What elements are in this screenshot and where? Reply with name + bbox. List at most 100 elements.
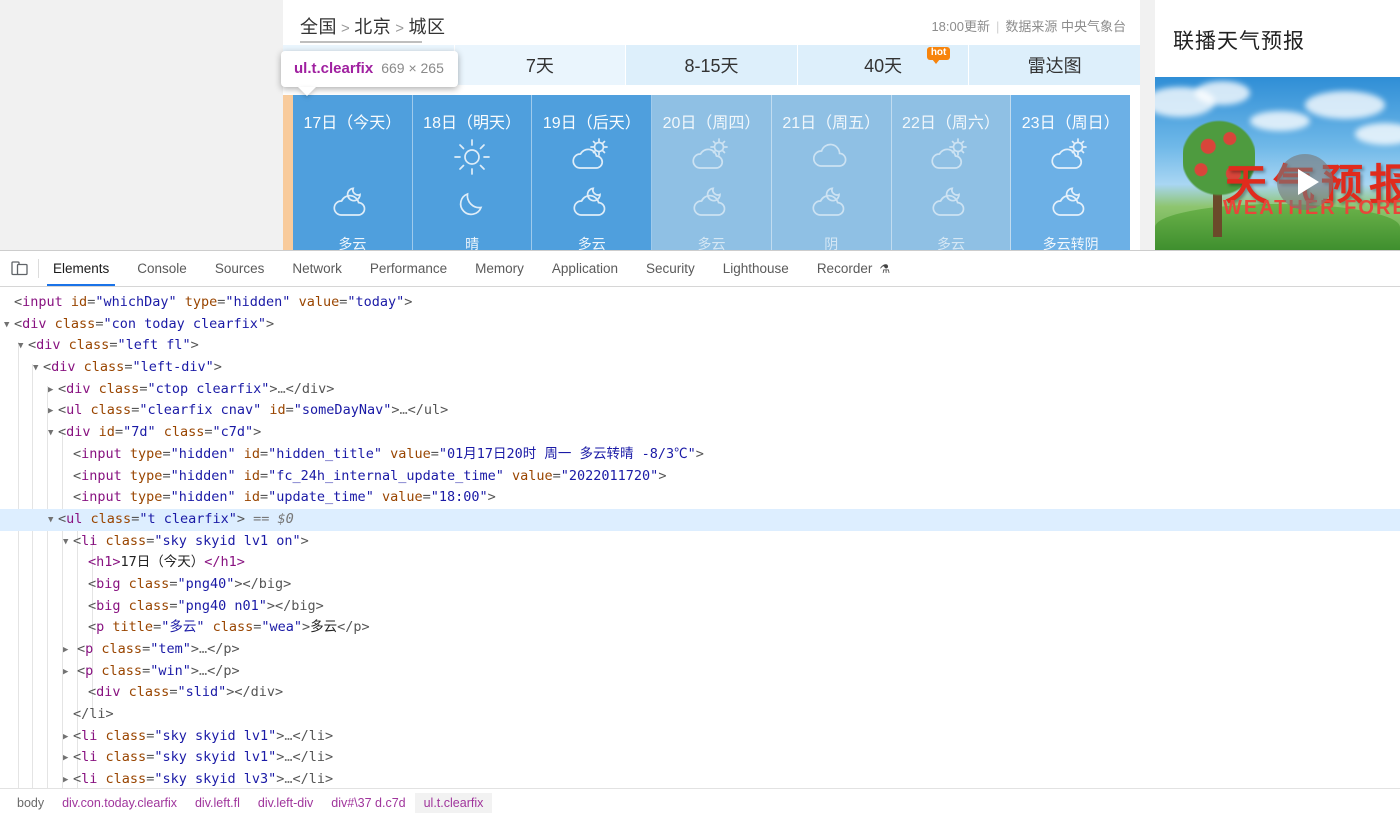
- tab-40day-label: 40天: [864, 56, 903, 76]
- close-tag: </big>: [275, 597, 324, 614]
- tab-7day[interactable]: 7天: [454, 45, 627, 85]
- dom-tree-view[interactable]: ▶<input id="whichDay" type="hidden" valu…: [0, 288, 1400, 788]
- breadcrumb-node-body[interactable]: body: [8, 793, 53, 813]
- breadcrumb-level-3[interactable]: 城区: [409, 17, 446, 37]
- expand-arrow-icon[interactable]: ▼: [48, 510, 58, 532]
- dom-row[interactable]: ▼ <div id="7d" class="c7d">: [0, 422, 1400, 444]
- tab-radar[interactable]: 雷达图: [969, 45, 1140, 85]
- tab-security[interactable]: Security: [632, 251, 709, 286]
- collapse-arrow-icon[interactable]: ▶: [63, 748, 73, 770]
- attr: id: [98, 424, 115, 441]
- update-time: 18:00更新: [931, 19, 990, 34]
- dom-row[interactable]: ▼ <div class="con today clearfix">: [0, 314, 1400, 336]
- dom-row[interactable]: ▶<p title="多云" class="wea">多云</p>: [0, 617, 1400, 639]
- dom-row[interactable]: ▶<input type="hidden" id="fc_24h_interna…: [0, 466, 1400, 488]
- punct: >: [487, 489, 496, 506]
- breadcrumb-node-div-left-fl[interactable]: div.left.fl: [186, 793, 249, 813]
- ellipsis: …: [284, 727, 293, 744]
- punct: <: [14, 294, 23, 310]
- dom-row[interactable]: ▶ <div class="ctop clearfix">…</div>: [0, 379, 1400, 401]
- experimental-flask-icon: ⚗: [879, 261, 891, 276]
- dom-row[interactable]: ▶<input type="hidden" id="update_time" v…: [0, 487, 1400, 509]
- forecast-day-item[interactable]: 19日（后天） 多云: [532, 95, 653, 250]
- play-button-icon[interactable]: [1277, 154, 1333, 210]
- dom-row[interactable]: ▶<big class="png40 n01"></big>: [0, 596, 1400, 618]
- dom-row[interactable]: ▼ <div class="left-div">: [0, 357, 1400, 379]
- expand-arrow-icon[interactable]: ▼: [18, 336, 28, 358]
- val: "fc_24h_internal_update_time": [268, 467, 504, 484]
- tab-lighthouse[interactable]: Lighthouse: [709, 251, 803, 286]
- close-tag: </p>: [207, 662, 240, 679]
- tab-console[interactable]: Console: [123, 251, 201, 286]
- forecast-day-item[interactable]: 21日（周五） 阴: [771, 95, 892, 250]
- attr: class: [128, 597, 170, 614]
- dom-row[interactable]: ▶ <ul class="clearfix cnav" id="someDayNa…: [0, 400, 1400, 422]
- dom-row[interactable]: ▼ <li class="sky skyid lv1 on">: [0, 531, 1400, 553]
- breadcrumb-node-ul-t-clearfix[interactable]: ul.t.clearfix: [414, 792, 493, 813]
- val: "c7d": [212, 424, 254, 441]
- forecast-day-title: 20日（周四）: [662, 115, 761, 132]
- expand-arrow-icon[interactable]: ▼: [48, 423, 58, 445]
- forecast-day-item[interactable]: 20日（周四） 多云: [652, 95, 772, 250]
- breadcrumb-separator-2: >: [395, 20, 405, 37]
- dom-row[interactable]: ▶<big class="png40"></big>: [0, 574, 1400, 596]
- tag: div: [66, 380, 91, 397]
- tab-elements[interactable]: Elements: [39, 251, 123, 286]
- dom-row-selected[interactable]: ▼ <ul class="t clearfix"> == $0: [0, 508, 1400, 532]
- forecast-day-item[interactable]: 18日（明天） 晴: [412, 95, 533, 250]
- forecast-day-item[interactable]: 22日（周六） 多云: [891, 95, 1012, 250]
- breadcrumb-node-div-con-today[interactable]: div.con.today.clearfix: [53, 793, 186, 813]
- breadcrumb-level-1[interactable]: 全国: [300, 17, 337, 37]
- attr: value: [381, 489, 423, 506]
- expand-arrow-icon[interactable]: ▼: [4, 315, 14, 337]
- breadcrumb-node-div-7d[interactable]: div#\37 d.c7d: [322, 793, 414, 813]
- collapse-arrow-icon[interactable]: ▶: [63, 727, 73, 749]
- moon-icon: [454, 185, 490, 226]
- punct: >: [234, 575, 243, 592]
- cloud-moon-icon: [570, 185, 614, 224]
- dom-row[interactable]: ▶<div class="slid"></div>: [0, 682, 1400, 704]
- attr: class: [212, 619, 254, 636]
- collapse-arrow-icon[interactable]: ▶: [63, 770, 73, 788]
- val: "sky skyid lv1": [154, 727, 277, 744]
- collapse-arrow-icon[interactable]: ▶: [63, 640, 73, 662]
- tab-network[interactable]: Network: [278, 251, 356, 286]
- tab-sources[interactable]: Sources: [201, 251, 279, 286]
- tab-application-label: Application: [551, 261, 618, 276]
- forecast-day-title: 17日（今天）: [303, 115, 402, 132]
- tab-8to15day[interactable]: 8-15天: [626, 45, 798, 85]
- forecast-day-item[interactable]: 17日（今天） 多云: [293, 95, 413, 250]
- dom-row[interactable]: ▶ <p class="tem">…</p>: [0, 639, 1400, 661]
- dom-row[interactable]: ▶<input id="whichDay" type="hidden" valu…: [0, 292, 1400, 314]
- breadcrumb-level-2[interactable]: 北京: [354, 17, 391, 37]
- tab-recorder[interactable]: Recorder ⚗: [803, 251, 904, 286]
- dom-row[interactable]: ▶ <li class="sky skyid lv1">…</li>: [0, 726, 1400, 748]
- val: "whichDay": [95, 294, 177, 310]
- device-toolbar-toggle-icon[interactable]: [0, 251, 38, 286]
- collapse-arrow-icon[interactable]: ▶: [63, 662, 73, 684]
- punct: >: [695, 445, 704, 462]
- breadcrumb-node-div-left-div[interactable]: div.left-div: [249, 793, 322, 813]
- dom-row[interactable]: ▼ <div class="left fl">: [0, 335, 1400, 357]
- video-section-title: 联播天气预报: [1173, 30, 1305, 53]
- expand-arrow-icon[interactable]: ▼: [63, 532, 73, 554]
- weather-forecast-video[interactable]: 天气预报 WEATHER FORECAST: [1155, 77, 1400, 250]
- dom-row[interactable]: ▶</li>: [0, 704, 1400, 726]
- dom-row[interactable]: ▶<input type="hidden" id="hidden_title" …: [0, 444, 1400, 466]
- collapse-arrow-icon[interactable]: ▶: [48, 401, 58, 423]
- attr: id: [243, 445, 261, 462]
- dom-row[interactable]: ▶ <p class="win">…</p>: [0, 661, 1400, 683]
- dom-row[interactable]: ▶ <li class="sky skyid lv1">…</li>: [0, 747, 1400, 769]
- collapse-arrow-icon[interactable]: ▶: [48, 380, 58, 402]
- expand-arrow-icon[interactable]: ▼: [33, 358, 43, 380]
- forecast-day-item[interactable]: 23日（周日） 多云转阴: [1011, 95, 1131, 250]
- dom-row[interactable]: ▶ <li class="sky skyid lv3">…</li>: [0, 769, 1400, 788]
- dom-row[interactable]: ▶<h1>17日（今天）</h1>: [0, 552, 1400, 574]
- tab-40day[interactable]: 40天 hot: [797, 45, 970, 85]
- punct: >: [302, 619, 311, 636]
- tab-performance[interactable]: Performance: [356, 251, 461, 286]
- attr: title: [112, 619, 154, 636]
- tab-application[interactable]: Application: [538, 251, 632, 286]
- tab-memory[interactable]: Memory: [461, 251, 538, 286]
- tab-8to15day-label: 8-15天: [684, 56, 739, 76]
